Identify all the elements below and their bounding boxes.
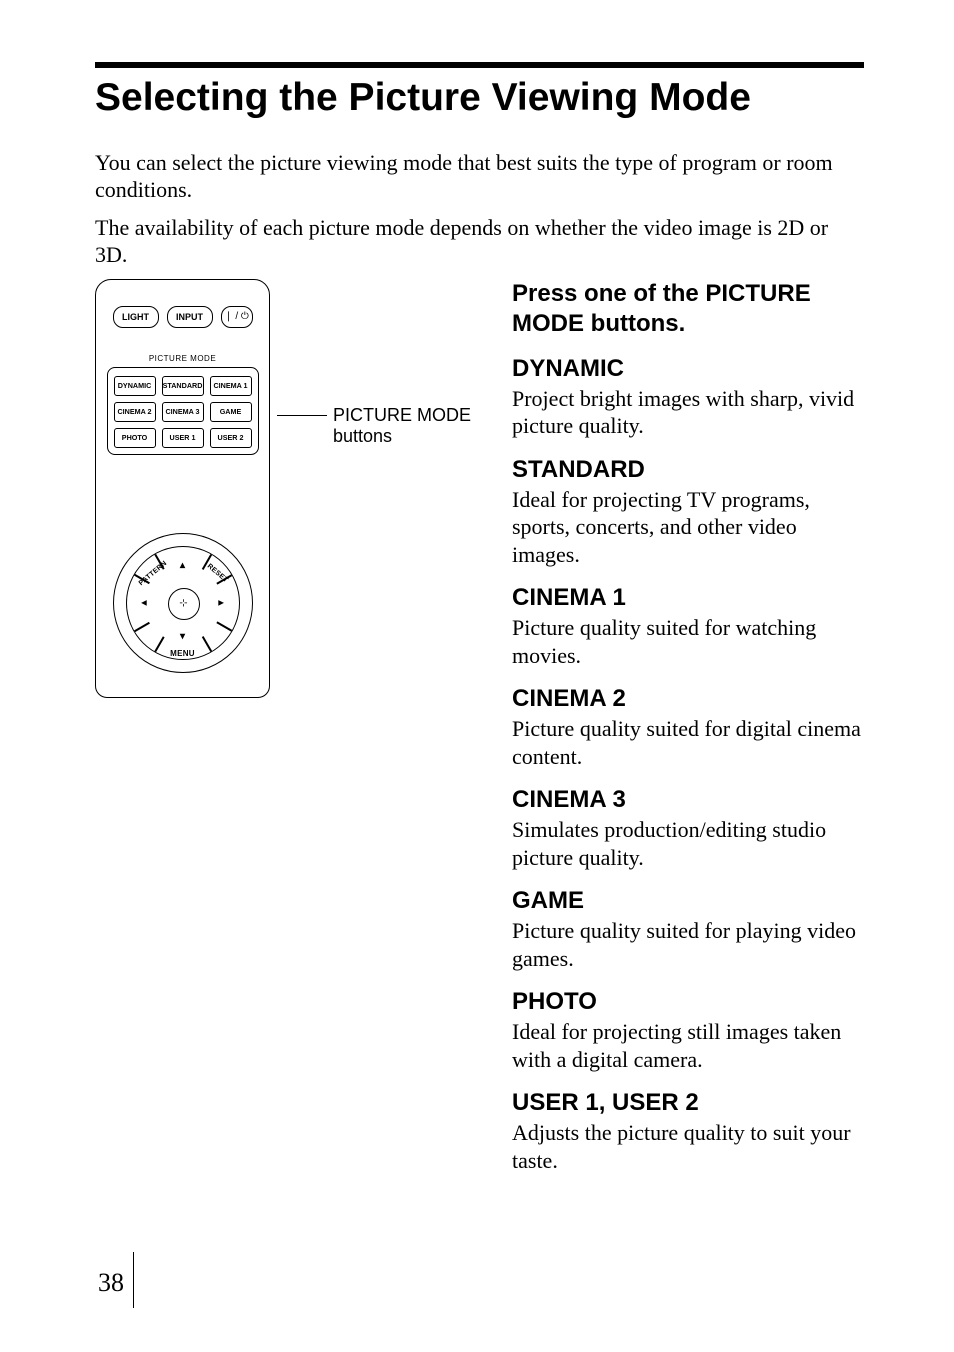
- arrow-right-icon: ▸: [218, 597, 223, 608]
- callout: PICTURE MODE buttons: [289, 405, 488, 446]
- light-button: LIGHT: [113, 306, 159, 328]
- dpad: ⊹ PATTERN RESET MENU ▴ ▾ ◂ ▸: [113, 533, 253, 673]
- mode-standard-block: STANDARD Ideal for projecting TV program…: [512, 456, 864, 569]
- picture-mode-group: DYNAMIC STANDARD CINEMA 1 CINEMA 2 CINEM…: [107, 367, 259, 455]
- mode-title: DYNAMIC: [512, 355, 864, 383]
- right-column: Press one of the PICTURE MODE buttons. D…: [512, 279, 864, 1191]
- mode-desc: Ideal for projecting TV programs, sports…: [512, 486, 864, 569]
- mode-standard: STANDARD: [162, 376, 204, 396]
- mode-cinema1-block: CINEMA 1 Picture quality suited for watc…: [512, 584, 864, 669]
- mode-cinema3-block: CINEMA 3 Simulates production/editing st…: [512, 786, 864, 871]
- callout-text: PICTURE MODE buttons: [333, 405, 488, 446]
- intro-paragraph-1: You can select the picture viewing mode …: [95, 149, 864, 204]
- instruction: Press one of the PICTURE MODE buttons.: [512, 279, 864, 339]
- mode-title: USER 1, USER 2: [512, 1089, 864, 1117]
- callout-line1: PICTURE MODE: [333, 405, 471, 425]
- mode-desc: Picture quality suited for digital cinem…: [512, 715, 864, 770]
- mode-user-block: USER 1, USER 2 Adjusts the picture quali…: [512, 1089, 864, 1174]
- top-rule: [95, 62, 864, 68]
- callout-line: [277, 415, 327, 416]
- mode-cinema2: CINEMA 2: [114, 402, 156, 422]
- callout-line2: buttons: [333, 426, 392, 446]
- mode-photo: PHOTO: [114, 428, 156, 448]
- mode-dynamic: DYNAMIC: [114, 376, 156, 396]
- mode-title: STANDARD: [512, 456, 864, 484]
- mode-title: GAME: [512, 887, 864, 915]
- mode-user2: USER 2: [210, 428, 252, 448]
- mode-game-block: GAME Picture quality suited for playing …: [512, 887, 864, 972]
- left-column: LIGHT INPUT ❘ / ⏻ PICTURE MODE DYNAMIC S…: [95, 279, 488, 698]
- menu-label: MENU: [170, 649, 195, 658]
- picture-mode-label: PICTURE MODE: [104, 354, 261, 363]
- mode-dynamic-block: DYNAMIC Project bright images with sharp…: [512, 355, 864, 440]
- intro-paragraph-2: The availability of each picture mode de…: [95, 214, 864, 269]
- mode-title: CINEMA 2: [512, 685, 864, 713]
- remote-top-row: LIGHT INPUT ❘ / ⏻: [113, 306, 253, 328]
- page-title: Selecting the Picture Viewing Mode: [95, 76, 864, 121]
- content-columns: LIGHT INPUT ❘ / ⏻ PICTURE MODE DYNAMIC S…: [95, 279, 864, 1191]
- mode-desc: Picture quality suited for playing video…: [512, 917, 864, 972]
- arrow-left-icon: ◂: [142, 597, 147, 608]
- mode-user1: USER 1: [162, 428, 204, 448]
- mode-desc: Ideal for projecting still images taken …: [512, 1018, 864, 1073]
- mode-desc: Picture quality suited for watching movi…: [512, 614, 864, 669]
- mode-cinema2-block: CINEMA 2 Picture quality suited for digi…: [512, 685, 864, 770]
- mode-desc: Adjusts the picture quality to suit your…: [512, 1119, 864, 1174]
- mode-game: GAME: [210, 402, 252, 422]
- mode-cinema1: CINEMA 1: [210, 376, 252, 396]
- arrow-up-icon: ▴: [180, 560, 185, 571]
- remote-illustration: LIGHT INPUT ❘ / ⏻ PICTURE MODE DYNAMIC S…: [95, 279, 275, 698]
- power-icon: ❘ / ⏻: [224, 312, 249, 322]
- mode-desc: Simulates production/editing studio pict…: [512, 816, 864, 871]
- page-number-tick: [133, 1252, 134, 1308]
- mode-desc: Project bright images with sharp, vivid …: [512, 385, 864, 440]
- mode-cinema3: CINEMA 3: [162, 402, 204, 422]
- mode-photo-block: PHOTO Ideal for projecting still images …: [512, 988, 864, 1073]
- power-button: ❘ / ⏻: [221, 306, 253, 328]
- dpad-center: ⊹: [168, 588, 200, 620]
- page: Selecting the Picture Viewing Mode You c…: [0, 0, 954, 1352]
- mode-title: CINEMA 3: [512, 786, 864, 814]
- page-number: 38: [98, 1268, 124, 1298]
- mode-title: CINEMA 1: [512, 584, 864, 612]
- remote-body: LIGHT INPUT ❘ / ⏻ PICTURE MODE DYNAMIC S…: [95, 279, 270, 698]
- mode-title: PHOTO: [512, 988, 864, 1016]
- input-button: INPUT: [167, 306, 213, 328]
- remote-spacer: [104, 465, 261, 515]
- arrow-down-icon: ▾: [180, 631, 185, 642]
